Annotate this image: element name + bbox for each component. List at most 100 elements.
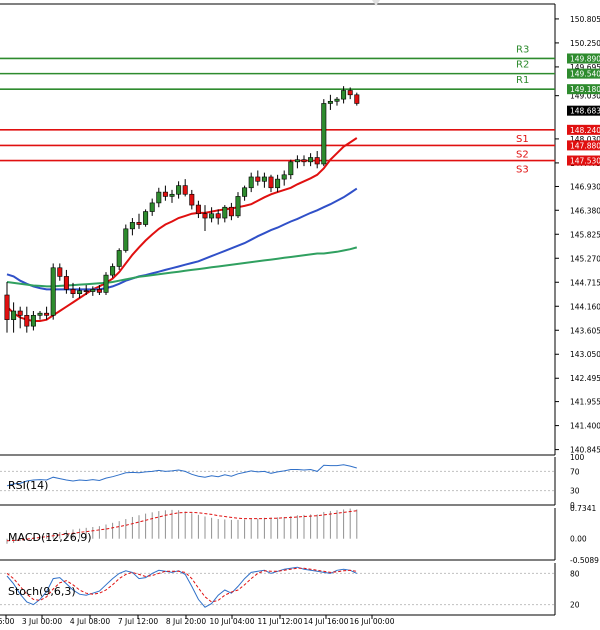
candle-body	[4, 294, 10, 320]
candle-body	[57, 267, 63, 277]
price-axis-label: 144.715	[570, 278, 600, 287]
level-price-label: 149.180	[570, 85, 600, 94]
time-axis-label: 6:00	[0, 617, 15, 626]
macd-title: MACD(12,26,9)	[8, 531, 92, 544]
candle-body	[182, 185, 188, 195]
time-axis-label: 7 Jul 12:00	[118, 617, 158, 626]
candle-body	[301, 159, 307, 163]
time-axis-label: 16 Jul 00:00	[350, 617, 395, 626]
candle-body	[321, 103, 327, 165]
candle-body	[103, 274, 109, 293]
candle-body	[37, 312, 43, 316]
time-axis-label: 3 Jul 00:00	[22, 617, 62, 626]
current-price-label: 148.683	[570, 107, 600, 116]
candle-body	[123, 228, 129, 251]
candle-body	[70, 289, 76, 295]
candle-body	[90, 289, 96, 292]
candle-body	[268, 176, 274, 189]
price-axis-label: 146.930	[570, 182, 600, 191]
price-axis-label: 144.160	[570, 302, 600, 311]
candle-body	[209, 213, 215, 219]
candle-body	[334, 98, 340, 102]
candle-body	[327, 100, 333, 104]
candle-body	[275, 178, 281, 189]
candle-body	[96, 289, 102, 293]
time-axis-label: 8 Jul 20:00	[166, 617, 206, 626]
candle-body	[242, 187, 248, 197]
candle-body	[63, 276, 69, 290]
candle-body	[116, 250, 122, 267]
rsi-axis-label: 70	[570, 467, 580, 476]
candle-body	[248, 176, 254, 189]
time-axis-label: 4 Jul 08:00	[70, 617, 110, 626]
price-axis-label: 150.805	[570, 15, 600, 24]
price-axis-label: 141.955	[570, 398, 600, 407]
candle-body	[314, 157, 320, 165]
price-axis-label: 145.270	[570, 254, 600, 263]
candle-body	[294, 159, 300, 163]
candle-body	[202, 213, 208, 219]
stoch-axis-label: 80	[570, 569, 580, 578]
candle-body	[354, 94, 360, 104]
price-axis-label: 142.495	[570, 374, 600, 383]
candle-body	[215, 213, 221, 219]
stoch-axis-label: 20	[570, 601, 580, 610]
candle-body	[24, 315, 30, 327]
candle-body	[17, 310, 23, 316]
candle-body	[261, 176, 267, 182]
price-axis-label: 145.825	[570, 230, 600, 239]
macd-axis-label: 0.00	[570, 535, 587, 544]
candle-body	[235, 196, 241, 217]
price-axis-label: 141.400	[570, 422, 600, 431]
candle-body	[281, 174, 287, 180]
rsi-axis-label: 30	[570, 487, 580, 496]
price-axis-label: 150.250	[570, 39, 600, 48]
candle-body	[255, 176, 261, 182]
candle-body	[50, 267, 56, 316]
candle-body	[228, 206, 234, 217]
candle-body	[195, 204, 201, 215]
level-price-label: 147.530	[570, 157, 600, 166]
stoch-title: Stoch(9,6,3)	[8, 585, 76, 598]
candle-body	[169, 193, 175, 197]
level-price-label: 149.890	[570, 54, 600, 63]
level-label-s3: S3	[516, 165, 529, 176]
candle-body	[11, 310, 17, 320]
candle-body	[77, 290, 83, 295]
candle-body	[83, 290, 89, 292]
price-axis-label: 143.605	[570, 326, 600, 335]
level-label-s1: S1	[516, 134, 529, 145]
rsi-title: RSI(14)	[8, 479, 48, 492]
candle-body	[149, 202, 155, 212]
level-price-label: 148.240	[570, 126, 600, 135]
level-label-r2: R2	[516, 60, 529, 71]
candle-body	[189, 193, 195, 206]
candle-body	[143, 211, 149, 225]
candle-body	[162, 191, 168, 197]
level-label-r1: R1	[516, 75, 529, 86]
candle-body	[308, 157, 314, 163]
time-axis-label: 10 Jul 04:00	[210, 617, 255, 626]
level-label-s2: S2	[516, 149, 529, 160]
price-axis-label: 143.050	[570, 350, 600, 359]
time-axis: 6:00 3 Jul 00:00 4 Jul 08:00 7 Jul 12:00 8 J…	[0, 615, 395, 626]
candle-body	[156, 191, 162, 204]
price-axis-label: 146.380	[570, 206, 600, 215]
level-label-r3: R3	[516, 44, 529, 55]
candle-body	[176, 185, 182, 195]
candle-body	[341, 90, 347, 100]
candle-body	[30, 315, 36, 327]
candle-body	[44, 312, 50, 316]
macd-axis-label: -0.5089	[570, 556, 599, 565]
candle-body	[288, 161, 294, 176]
candle-body	[347, 90, 353, 96]
level-price-label: 147.880	[570, 141, 600, 150]
macd-axis-label: 0.7341	[570, 504, 596, 513]
time-axis-label: 14 Jul 16:00	[304, 617, 349, 626]
chart-canvas: 150.805150.250149.695149.030148.030147.4…	[0, 0, 600, 630]
candle-body	[129, 222, 135, 230]
candle-body	[110, 266, 116, 276]
time-axis-label: 11 Jul 12:00	[258, 617, 303, 626]
candle-body	[136, 222, 142, 225]
candle-body	[222, 206, 228, 219]
